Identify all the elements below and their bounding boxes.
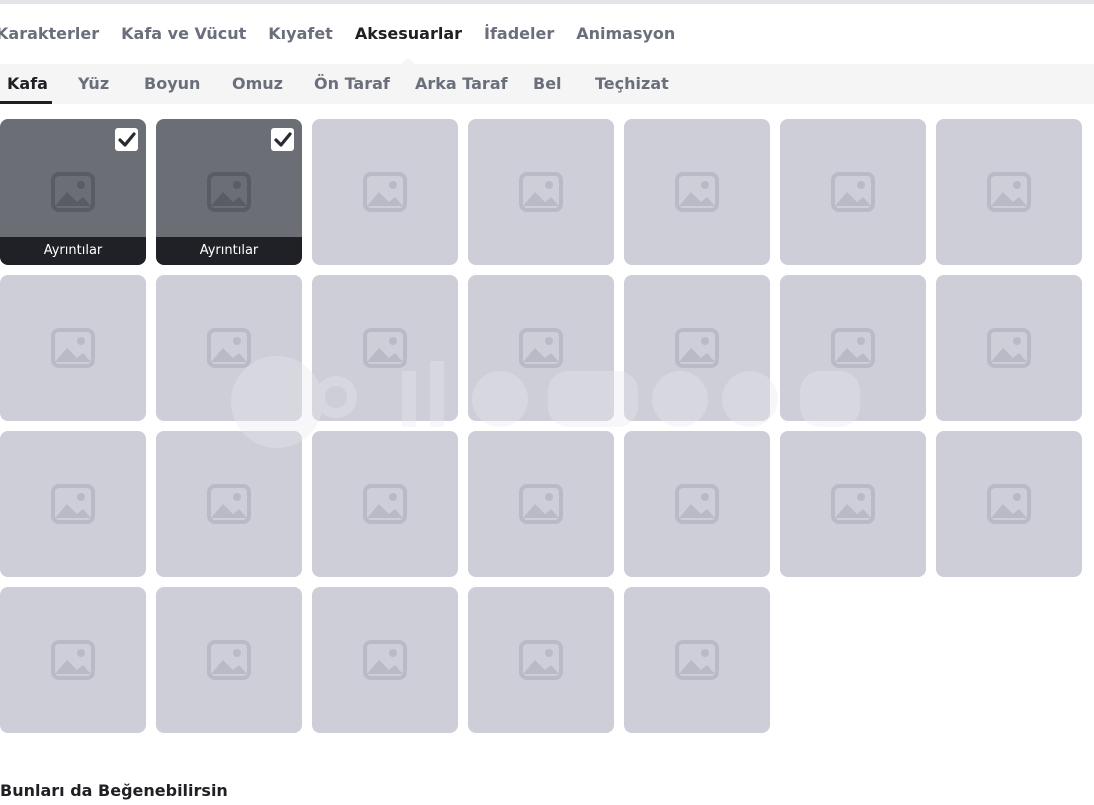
item-tile[interactable] <box>624 275 770 421</box>
subtab-yuz[interactable]: Yüz <box>78 64 109 104</box>
item-tile[interactable] <box>312 587 458 733</box>
item-tile[interactable] <box>780 275 926 421</box>
item-tile[interactable] <box>0 431 146 577</box>
item-tile[interactable]: Ayrıntılar <box>0 119 146 265</box>
tab-label: Animasyon <box>576 24 676 43</box>
image-placeholder-icon <box>207 326 251 370</box>
image-placeholder-icon <box>51 326 95 370</box>
item-tile[interactable] <box>624 587 770 733</box>
item-tile[interactable] <box>156 587 302 733</box>
image-placeholder-icon <box>987 326 1031 370</box>
image-placeholder-icon <box>363 482 407 526</box>
item-tile[interactable] <box>936 431 1082 577</box>
subtab-arka-taraf[interactable]: Arka Taraf <box>415 64 508 104</box>
image-placeholder-icon <box>675 638 719 682</box>
image-placeholder-icon <box>51 482 95 526</box>
image-placeholder-icon <box>831 326 875 370</box>
item-tile[interactable] <box>156 431 302 577</box>
image-placeholder-icon <box>363 170 407 214</box>
tab-ifadeler[interactable]: İfadeler <box>484 14 554 54</box>
image-placeholder-icon <box>51 170 95 214</box>
subtab-techizat[interactable]: Teçhizat <box>595 64 669 104</box>
checkbox-checked-icon[interactable] <box>271 128 294 151</box>
tab-animasyon[interactable]: Animasyon <box>576 14 675 54</box>
subtab-on-taraf[interactable]: Ön Taraf <box>314 64 390 104</box>
image-placeholder-icon <box>519 638 563 682</box>
details-button[interactable]: Ayrıntılar <box>0 237 146 265</box>
item-tile[interactable] <box>468 275 614 421</box>
checkbox-checked-icon[interactable] <box>115 128 138 151</box>
item-tile[interactable] <box>780 431 926 577</box>
image-placeholder-icon <box>207 482 251 526</box>
item-tile[interactable] <box>312 431 458 577</box>
tab-label: Aksesuarlar <box>354 24 462 43</box>
image-placeholder-icon <box>675 482 719 526</box>
tab-label: İfadeler <box>484 24 555 43</box>
image-placeholder-icon <box>207 170 251 214</box>
item-tile[interactable] <box>0 587 146 733</box>
subtab-kafa[interactable]: Kafa <box>7 64 48 104</box>
image-placeholder-icon <box>987 170 1031 214</box>
subtab-omuz[interactable]: Omuz <box>232 64 283 104</box>
top-divider <box>0 0 1094 4</box>
tab-label: Kafa ve Vücut <box>121 24 247 43</box>
image-placeholder-icon <box>363 638 407 682</box>
recommendations-heading: Bunları da Beğenebilirsin <box>0 781 228 800</box>
image-placeholder-icon <box>831 170 875 214</box>
details-button[interactable]: Ayrıntılar <box>156 237 302 265</box>
item-tile[interactable]: Ayrıntılar <box>156 119 302 265</box>
image-placeholder-icon <box>51 638 95 682</box>
item-tile[interactable] <box>780 119 926 265</box>
tab-kiyafet[interactable]: Kıyafet <box>268 14 333 54</box>
subtab-bel[interactable]: Bel <box>533 64 562 104</box>
tab-kafa-ve-vucut[interactable]: Kafa ve Vücut <box>121 14 246 54</box>
sub-category-nav: Kafa Yüz Boyun Omuz Ön Taraf Arka Taraf … <box>0 64 1094 104</box>
tab-label: Kıyafet <box>268 24 333 43</box>
item-tile[interactable] <box>312 119 458 265</box>
image-placeholder-icon <box>519 326 563 370</box>
item-tile[interactable] <box>156 275 302 421</box>
main-category-nav: Karakterler Kafa ve Vücut Kıyafet Aksesu… <box>0 14 697 66</box>
item-tile[interactable] <box>624 431 770 577</box>
item-tile[interactable] <box>936 275 1082 421</box>
image-placeholder-icon <box>519 482 563 526</box>
item-tile[interactable] <box>312 275 458 421</box>
image-placeholder-icon <box>363 326 407 370</box>
image-placeholder-icon <box>831 482 875 526</box>
item-tile[interactable] <box>624 119 770 265</box>
item-tile[interactable] <box>468 119 614 265</box>
tab-aksesuarlar[interactable]: Aksesuarlar <box>354 14 462 66</box>
image-placeholder-icon <box>519 170 563 214</box>
image-placeholder-icon <box>207 638 251 682</box>
image-placeholder-icon <box>987 482 1031 526</box>
tab-label: Karakterler <box>0 24 100 43</box>
image-placeholder-icon <box>675 326 719 370</box>
item-tile[interactable] <box>936 119 1082 265</box>
active-subtab-underline <box>0 101 52 104</box>
tab-karakterler[interactable]: Karakterler <box>0 14 99 54</box>
item-tile[interactable] <box>468 587 614 733</box>
item-grid: Ayrıntılar Ayrıntılar <box>0 119 1094 739</box>
item-tile[interactable] <box>468 431 614 577</box>
subtab-boyun[interactable]: Boyun <box>144 64 200 104</box>
item-tile[interactable] <box>0 275 146 421</box>
image-placeholder-icon <box>675 170 719 214</box>
